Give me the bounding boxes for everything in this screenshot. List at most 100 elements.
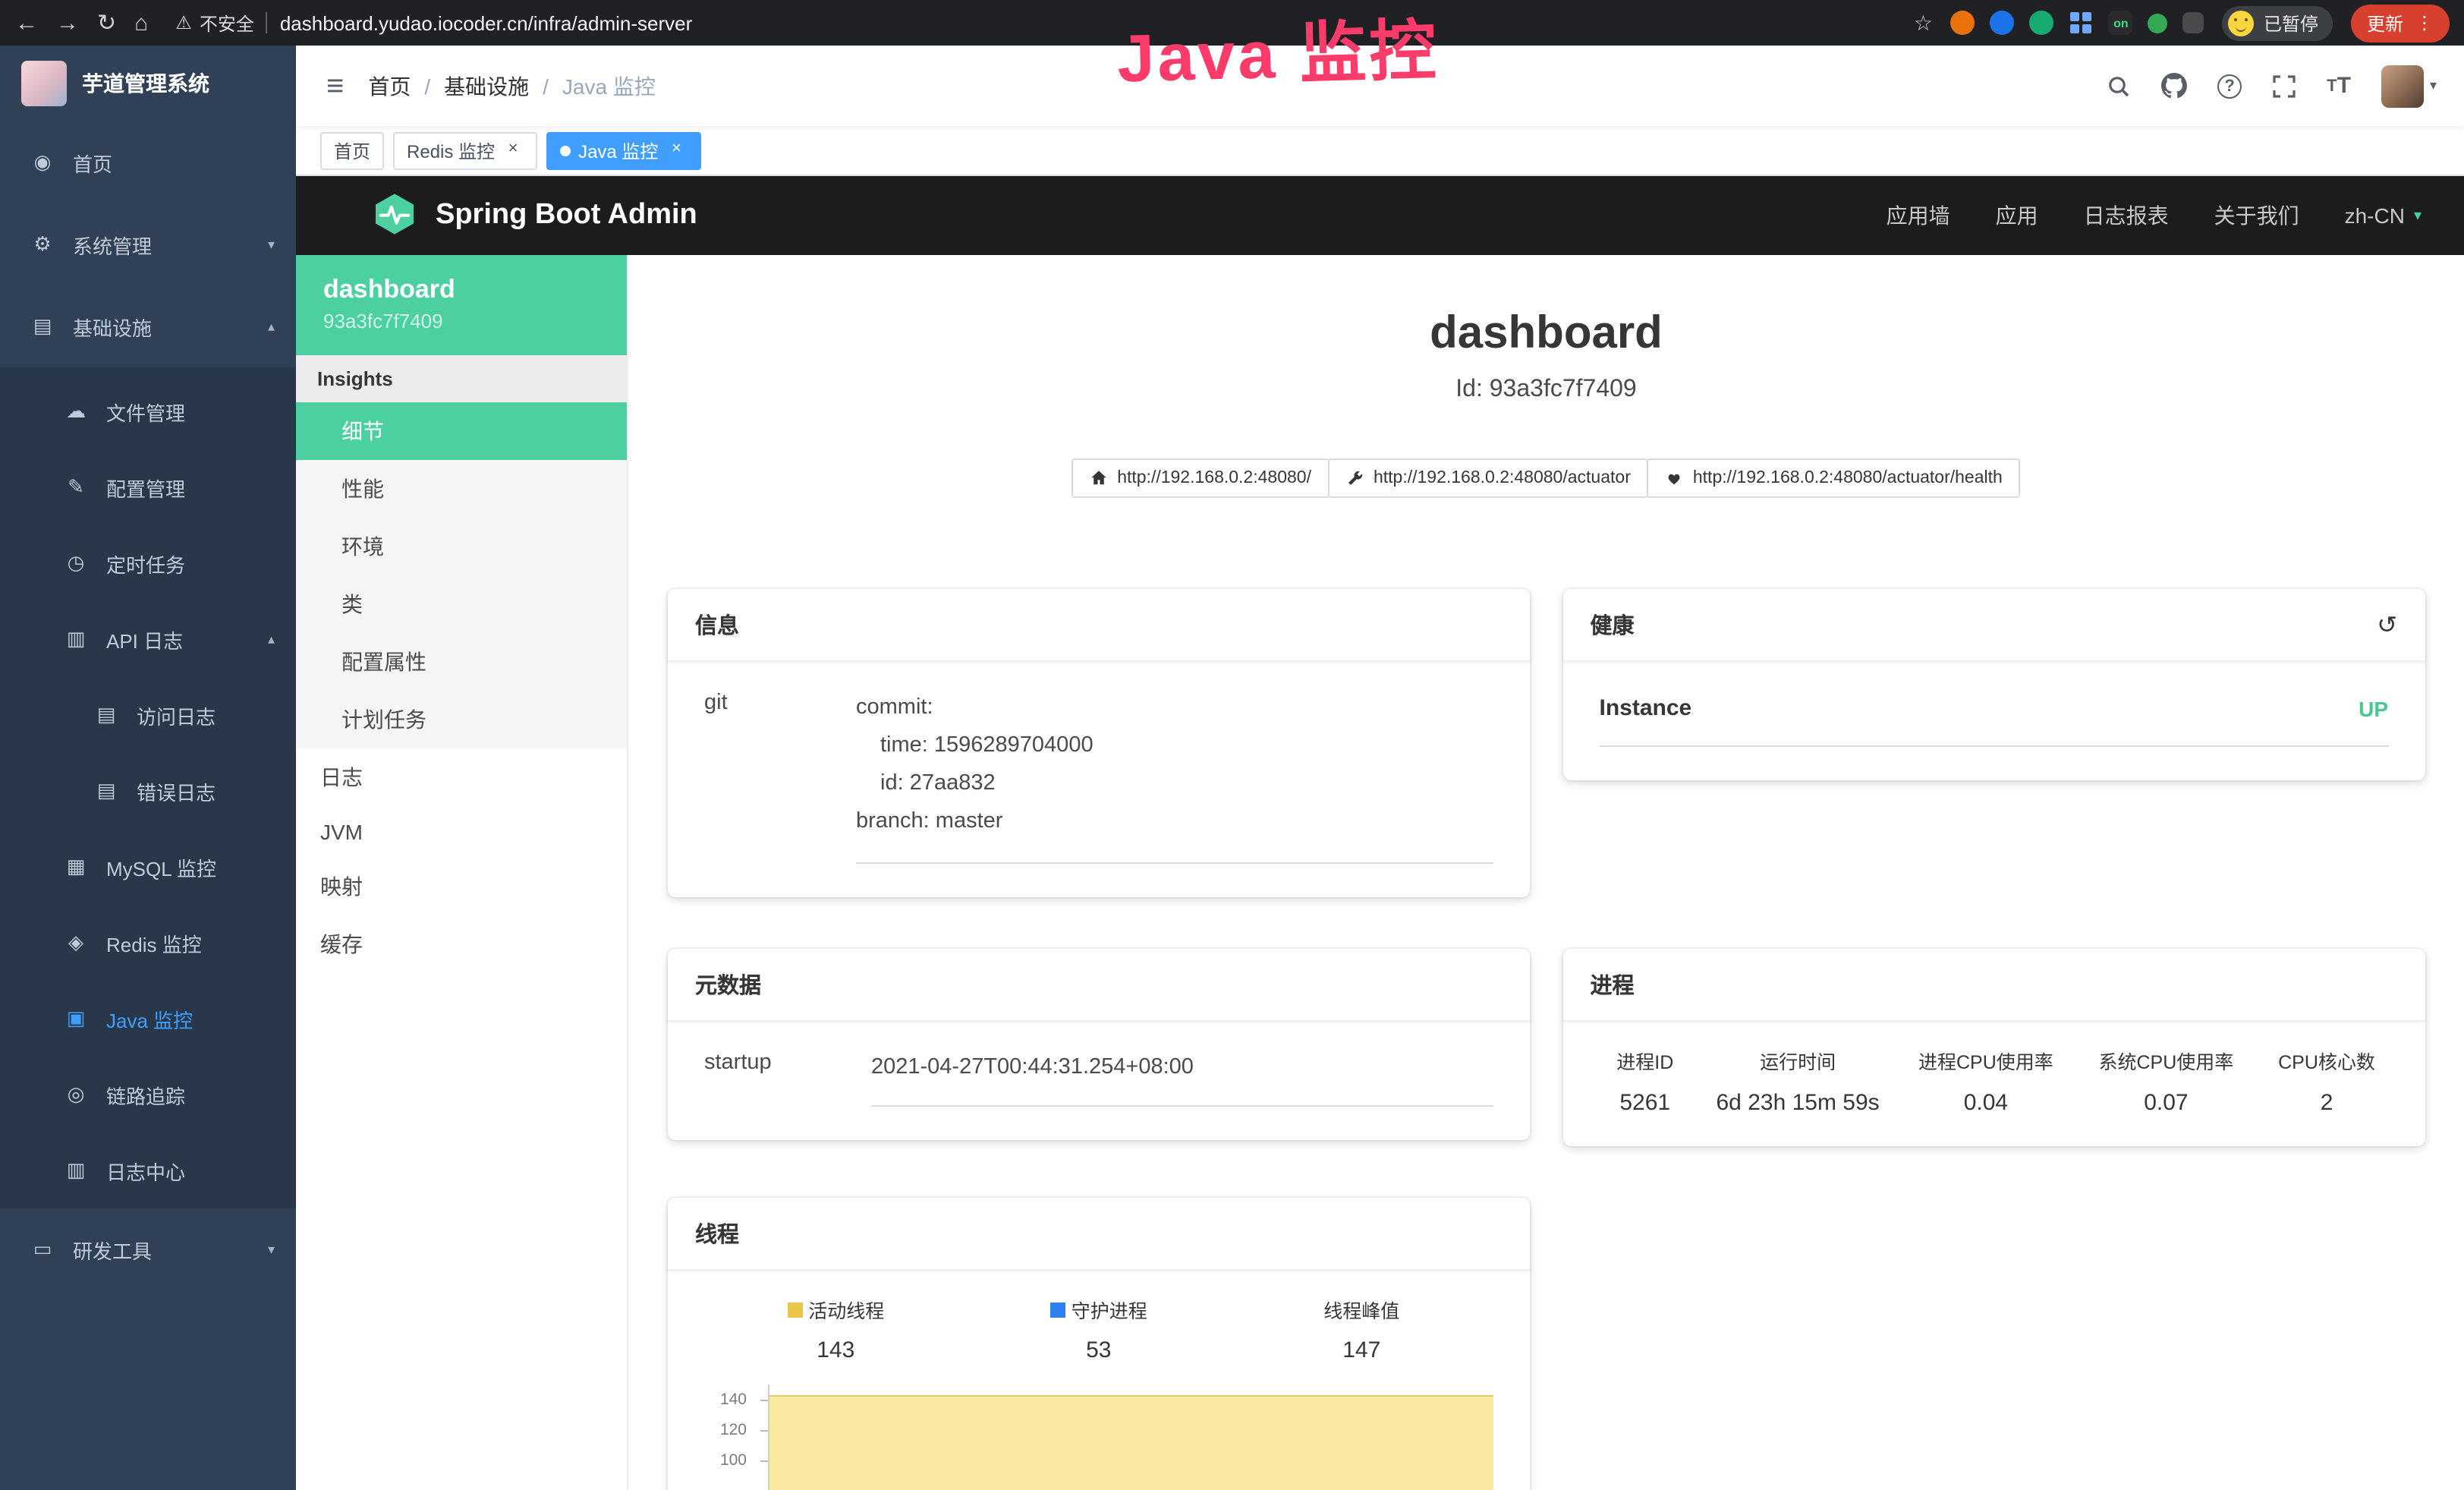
page-title: dashboard bbox=[668, 307, 2425, 361]
sidebar-item-file-management[interactable]: ☁ 文件管理 bbox=[0, 373, 296, 449]
app-logo[interactable]: 芋道管理系统 bbox=[0, 46, 296, 121]
fullscreen-icon[interactable] bbox=[2272, 74, 2296, 98]
sba-nav: 应用墙 应用 日志报表 关于我们 zh-CN ▾ bbox=[1887, 200, 2422, 231]
extension-icon-green-circle[interactable] bbox=[2030, 11, 2054, 35]
search-icon[interactable] bbox=[2107, 74, 2131, 98]
breadcrumb: 首页 / 基础设施 / Java 监控 bbox=[368, 71, 656, 101]
history-icon[interactable]: ↺ bbox=[2377, 610, 2397, 640]
sidebar-item-system[interactable]: ⚙ 系统管理 ▾ bbox=[0, 203, 296, 285]
sidebar-item-devtools[interactable]: ▭ 研发工具 ▾ bbox=[0, 1208, 296, 1290]
toolbox-icon: ▭ bbox=[30, 1237, 55, 1262]
chevron-down-icon: ▾ bbox=[2430, 77, 2437, 94]
sba-nav-about[interactable]: 关于我们 bbox=[2214, 200, 2299, 231]
heart-icon bbox=[1666, 469, 1684, 487]
daemon-threads-value: 53 bbox=[968, 1337, 1231, 1363]
user-avatar[interactable]: ▾ bbox=[2381, 65, 2437, 107]
logo-image bbox=[21, 61, 67, 106]
sidebar-item-config-management[interactable]: ✎ 配置管理 bbox=[0, 449, 296, 525]
sba-menu-configprops[interactable]: 配置属性 bbox=[296, 633, 627, 691]
sidebar-item-infrastructure[interactable]: ▤ 基础设施 ▴ bbox=[0, 285, 296, 367]
insights-section-label: Insights bbox=[296, 355, 627, 402]
close-icon[interactable]: × bbox=[666, 140, 687, 161]
cloud-icon: ☁ bbox=[64, 399, 88, 424]
sba-menu-jvm[interactable]: JVM bbox=[296, 806, 627, 858]
sba-nav-applications[interactable]: 应用 bbox=[1996, 200, 2038, 231]
link-service-root[interactable]: http://192.168.0.2:48080/ bbox=[1072, 458, 1330, 498]
help-icon[interactable]: ? bbox=[2217, 74, 2242, 98]
infrastructure-submenu: ☁ 文件管理 ✎ 配置管理 ◷ 定时任务 ▥ API 日志 ▴ ▤ bbox=[0, 367, 296, 1208]
info-value: commit: time: 1596289704000 id: 27aa832 … bbox=[856, 689, 1493, 864]
sba-brand: Spring Boot Admin bbox=[436, 199, 697, 232]
close-icon[interactable]: × bbox=[502, 140, 524, 161]
metadata-card-header: 元数据 bbox=[668, 949, 1530, 1022]
info-card: 信息 git commit: time: 1596289704000 id: 2… bbox=[668, 589, 1530, 897]
sba-menu-metrics[interactable]: 性能 bbox=[296, 460, 627, 518]
log-center-icon: ▥ bbox=[64, 1158, 88, 1183]
extension-icon-grid[interactable] bbox=[2069, 11, 2094, 35]
sidebar-item-mysql-monitor[interactable]: ▦ MySQL 监控 bbox=[0, 829, 296, 905]
info-card-header: 信息 bbox=[668, 589, 1530, 662]
sidebar-item-tracing[interactable]: ◎ 链路追踪 bbox=[0, 1057, 296, 1132]
clock-icon: ◷ bbox=[64, 551, 88, 575]
url-text[interactable]: dashboard.yudao.iocoder.cn/infra/admin-s… bbox=[280, 11, 692, 34]
sba-menu-mappings[interactable]: 映射 bbox=[296, 858, 627, 915]
tab-java-monitor[interactable]: Java 监控 × bbox=[546, 131, 700, 169]
breadcrumb-home[interactable]: 首页 bbox=[368, 71, 411, 101]
system-cpu: 0.07 bbox=[2076, 1090, 2256, 1116]
refresh-icon[interactable]: ↻ bbox=[97, 11, 116, 34]
github-icon[interactable] bbox=[2161, 73, 2187, 99]
page-subtitle: Id: 93a3fc7f7409 bbox=[668, 373, 2425, 407]
link-actuator[interactable]: http://192.168.0.2:48080/actuator bbox=[1328, 458, 1649, 498]
address-bar[interactable]: ⚠ 不安全 dashboard.yudao.iocoder.cn/infra/a… bbox=[175, 10, 692, 36]
paused-label: 已暂停 bbox=[2264, 10, 2318, 36]
font-size-icon[interactable]: TT bbox=[2327, 73, 2351, 99]
extension-icon-blue-drop[interactable] bbox=[1990, 11, 2015, 35]
forward-icon[interactable]: → bbox=[56, 11, 79, 34]
live-threads-value: 143 bbox=[704, 1337, 968, 1363]
home-icon bbox=[1090, 469, 1108, 487]
sidebar-item-redis-monitor[interactable]: ◈ Redis 监控 bbox=[0, 905, 296, 981]
sidebar-item-error-log[interactable]: ▤ 错误日志 bbox=[0, 753, 296, 829]
peak-threads-value: 147 bbox=[1230, 1337, 1493, 1363]
hamburger-icon[interactable]: ≡ bbox=[326, 71, 344, 101]
instance-header[interactable]: dashboard 93a3fc7f7409 bbox=[296, 255, 627, 355]
sba-nav-wallboard[interactable]: 应用墙 bbox=[1887, 200, 1950, 231]
profile-avatar-smiley bbox=[2229, 10, 2255, 36]
chrome-update-button[interactable]: 更新 ⋮ bbox=[2352, 4, 2449, 42]
sidebar-item-home[interactable]: ◉ 首页 bbox=[0, 121, 296, 203]
security-warning-label[interactable]: 不安全 bbox=[200, 10, 254, 36]
extension-icon-puzzle[interactable] bbox=[2183, 12, 2204, 33]
extension-icon-orange[interactable] bbox=[1951, 11, 1975, 35]
sidebar-item-scheduled-jobs[interactable]: ◷ 定时任务 bbox=[0, 525, 296, 601]
health-card: 健康 ↺ Instance UP bbox=[1563, 589, 2425, 780]
app-sidebar: 芋道管理系统 ◉ 首页 ⚙ 系统管理 ▾ ▤ 基础设施 ▴ ☁ 文件管理 bbox=[0, 46, 296, 1490]
health-instance-row[interactable]: Instance UP bbox=[1600, 689, 2389, 747]
breadcrumb-infrastructure[interactable]: 基础设施 bbox=[444, 71, 529, 101]
sba-menu-logfile[interactable]: 日志 bbox=[296, 748, 627, 806]
home-icon[interactable]: ⌂ bbox=[134, 11, 148, 34]
gear-icon: ⚙ bbox=[30, 232, 55, 257]
extension-icon-leaf[interactable] bbox=[2148, 13, 2168, 33]
tab-home[interactable]: 首页 bbox=[320, 131, 384, 169]
sba-menu-caches[interactable]: 缓存 bbox=[296, 915, 627, 973]
extension-icon-on-switch[interactable]: on bbox=[2109, 11, 2133, 35]
sidebar-item-access-log[interactable]: ▤ 访问日志 bbox=[0, 677, 296, 753]
sba-menu-scheduled-tasks[interactable]: 计划任务 bbox=[296, 691, 627, 748]
tab-redis-monitor[interactable]: Redis 监控 × bbox=[393, 131, 537, 169]
sba-menu-details[interactable]: 细节 bbox=[296, 402, 627, 460]
sidebar-item-java-monitor[interactable]: ▣ Java 监控 bbox=[0, 981, 296, 1057]
sidebar-item-api-log[interactable]: ▥ API 日志 ▴ bbox=[0, 601, 296, 677]
sba-nav-journal[interactable]: 日志报表 bbox=[2084, 200, 2169, 231]
update-label: 更新 bbox=[2367, 10, 2403, 36]
sba-menu-environment[interactable]: 环境 bbox=[296, 518, 627, 575]
app-title: 芋道管理系统 bbox=[82, 68, 209, 99]
link-health[interactable]: http://192.168.0.2:48080/actuator/health bbox=[1647, 458, 2021, 498]
back-icon[interactable]: ← bbox=[15, 11, 38, 34]
sba-language-select[interactable]: zh-CN ▾ bbox=[2345, 203, 2422, 228]
sidebar-item-log-center[interactable]: ▥ 日志中心 bbox=[0, 1132, 296, 1208]
profile-paused-chip[interactable]: 已暂停 bbox=[2223, 5, 2333, 40]
chart-y-axis: 140 120 100 bbox=[704, 1384, 759, 1490]
sba-menu-classes[interactable]: 类 bbox=[296, 575, 627, 633]
kebab-menu-icon[interactable]: ⋮ bbox=[2415, 14, 2434, 32]
bookmark-star-icon[interactable]: ☆ bbox=[1914, 10, 1933, 36]
